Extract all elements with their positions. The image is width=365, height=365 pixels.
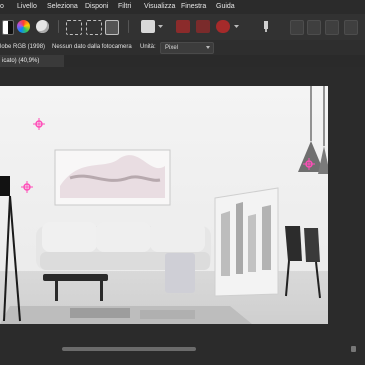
transform-icon[interactable] [196, 20, 210, 33]
canvas-artwork-leaning [214, 187, 279, 297]
align-icon[interactable] [325, 20, 339, 35]
units-select[interactable]: Pixel [160, 42, 214, 54]
document-tab-title: icato) (40,9%) [2, 58, 40, 64]
horizontal-scrollbar[interactable] [62, 347, 196, 351]
rug [0, 306, 252, 324]
menu-item-finestra[interactable]: Finestra [181, 2, 206, 11]
chevron-down-icon [206, 46, 210, 49]
white-balance-icon[interactable] [36, 20, 49, 33]
grid-icon[interactable] [176, 20, 190, 33]
menu-bar: o Livello Seleziona Disponi Filtri Visua… [0, 0, 365, 15]
toolbar-divider [58, 20, 59, 33]
freehand-select-icon[interactable] [86, 20, 102, 35]
toolbar-divider [128, 20, 129, 33]
align-icon[interactable] [344, 20, 358, 35]
color-profile-label: lobe RGB (1998) [0, 44, 46, 50]
camera-info-label: Nessun dato dalla fotocamera [52, 44, 132, 50]
menu-item-guida[interactable]: Guida [216, 2, 235, 11]
mask-icon[interactable] [141, 20, 155, 33]
toolbar [0, 14, 365, 41]
contrast-icon[interactable] [2, 20, 14, 35]
marquee-select-icon[interactable] [66, 20, 82, 35]
context-toolbar: lobe RGB (1998) Nessun dato dalla fotoca… [0, 40, 365, 56]
color-wheel-icon[interactable] [17, 20, 30, 33]
menu-item-visualizza[interactable]: Visualizza [144, 2, 175, 11]
document-tab[interactable]: icato) (40,9%) [0, 55, 64, 67]
crop-icon[interactable] [105, 20, 119, 35]
picker-icon[interactable] [261, 20, 271, 33]
align-icon[interactable] [290, 20, 304, 35]
menu-item-disponi[interactable]: Disponi [85, 2, 108, 11]
magnet-icon[interactable] [216, 20, 230, 33]
menu-item-seleziona[interactable]: Seleziona [47, 2, 78, 11]
units-value: Pixel [165, 45, 179, 51]
units-label: Unità: [140, 44, 156, 50]
align-icon[interactable] [307, 20, 321, 35]
interior-photo [0, 86, 328, 324]
menu-item-filtri[interactable]: Filtri [118, 2, 131, 11]
menu-item-livello[interactable]: Livello [17, 2, 37, 11]
scroll-corner [351, 346, 356, 352]
dropdown-icon[interactable] [158, 20, 163, 33]
menu-item-file[interactable]: o [0, 2, 4, 11]
dropdown-icon[interactable] [234, 20, 239, 33]
document-canvas[interactable] [0, 86, 328, 324]
